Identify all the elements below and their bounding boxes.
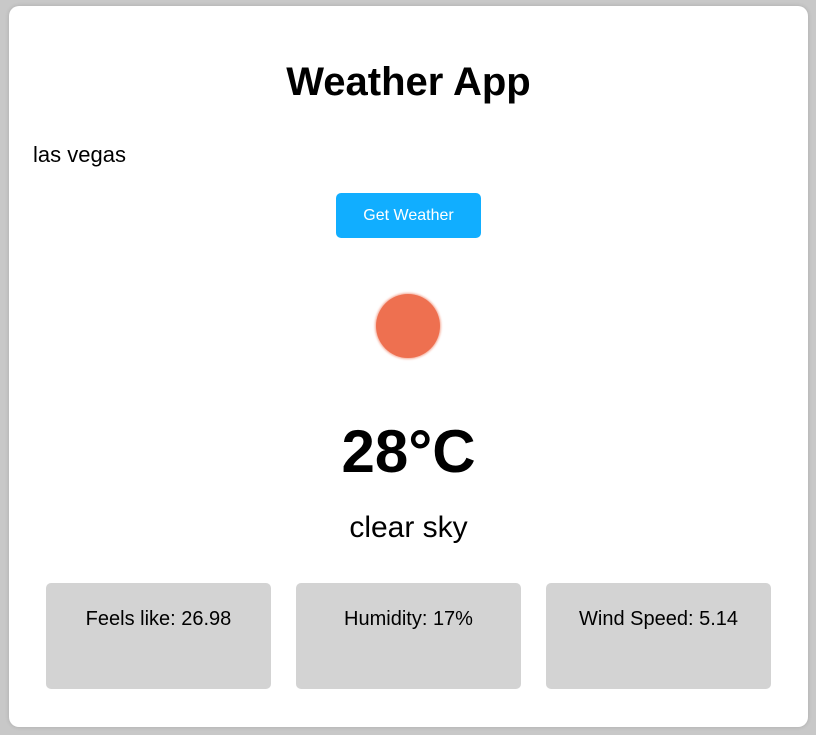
feels-like-label: Feels like: 26.98 [85, 608, 232, 630]
get-weather-button[interactable]: Get Weather [336, 193, 481, 238]
weather-description: clear sky [349, 511, 468, 544]
page-title: Weather App [286, 60, 531, 104]
weather-card: Weather App Get Weather 28°C clear sky F… [9, 6, 808, 727]
city-input[interactable] [33, 142, 633, 168]
wind-speed-card: Wind Speed: 5.14 [546, 583, 771, 689]
temperature-value: 28°C [341, 418, 476, 485]
humidity-card: Humidity: 17% [296, 583, 521, 689]
wind-speed-label: Wind Speed: 5.14 [579, 608, 738, 630]
sun-icon [376, 294, 440, 358]
humidity-label: Humidity: 17% [344, 608, 473, 630]
feels-like-card: Feels like: 26.98 [46, 583, 271, 689]
